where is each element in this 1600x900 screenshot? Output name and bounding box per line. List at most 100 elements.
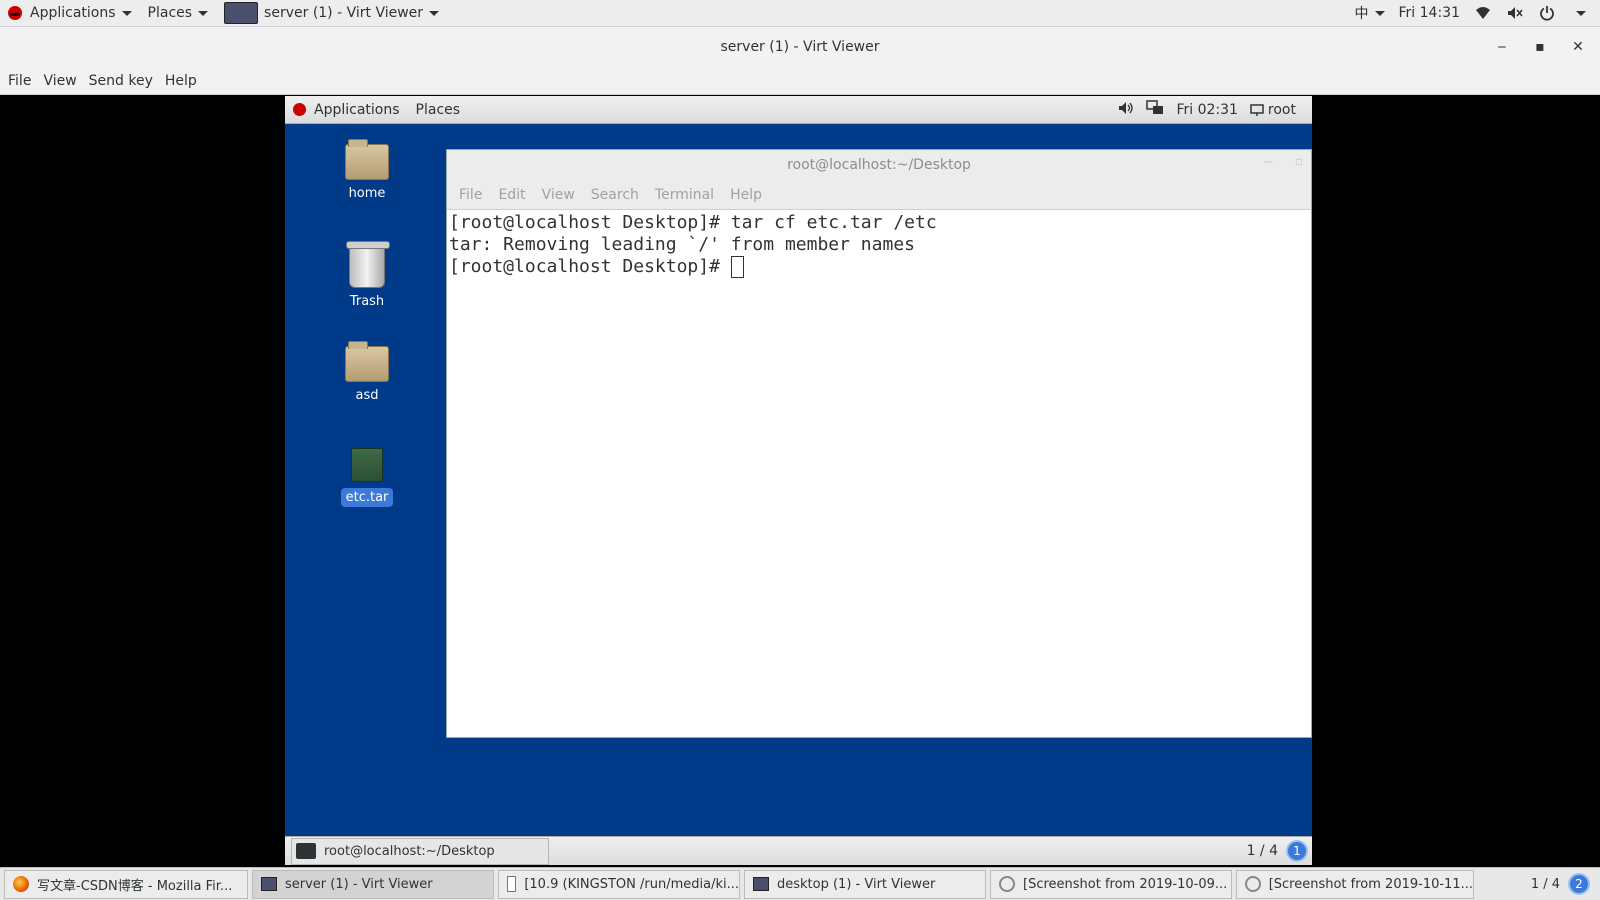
- archive-icon: [351, 448, 383, 482]
- guest-places-label: Places: [415, 101, 461, 118]
- chevron-down-icon: [1374, 10, 1385, 16]
- taskbar-item-label: desktop (1) - Virt Viewer: [777, 876, 936, 892]
- terminal-prompt-line: [root@localhost Desktop]#: [449, 256, 1309, 278]
- taskbar-item-editor[interactable]: [10.9 (KINGSTON /run/media/ki...: [498, 869, 740, 899]
- desktop-icon-label: Trash: [349, 294, 385, 309]
- taskbar-item-label: 写文章-CSDN博客 - Mozilla Fir...: [37, 878, 233, 894]
- host-taskbar: 写文章-CSDN博客 - Mozilla Fir... server (1) -…: [0, 867, 1600, 900]
- menu-view[interactable]: View: [37, 73, 82, 89]
- redhat-logo-icon: [293, 103, 306, 116]
- guest-user-menu[interactable]: root: [1250, 102, 1296, 118]
- desktop-icon-etc-tar[interactable]: etc.tar: [327, 448, 407, 507]
- host-places-menu[interactable]: Places: [140, 0, 217, 27]
- virt-viewer-icon: [753, 877, 769, 891]
- terminal-menu-search[interactable]: Search: [583, 187, 647, 203]
- guest-system-tray: Fri 02:31 root: [1118, 99, 1312, 120]
- terminal-menu-terminal[interactable]: Terminal: [647, 187, 722, 203]
- taskbar-item-label: [10.9 (KINGSTON /run/media/ki...: [524, 876, 739, 892]
- chevron-down-icon: [198, 10, 209, 16]
- guest-task-label: root@localhost:~/Desktop: [324, 843, 495, 859]
- menu-file[interactable]: File: [2, 73, 37, 89]
- maximize-icon[interactable]: ▫: [1295, 154, 1303, 168]
- wifi-icon[interactable]: [1474, 5, 1492, 21]
- guest-task-terminal[interactable]: root@localhost:~/Desktop: [291, 837, 549, 865]
- guest-applications-label: Applications: [314, 101, 400, 118]
- terminal-titlebar[interactable]: root@localhost:~/Desktop ‒ ▫: [447, 150, 1311, 180]
- host-window-title: server (1) - Virt Viewer: [264, 5, 424, 21]
- terminal-icon: [296, 843, 316, 859]
- redhat-logo-icon: [8, 6, 22, 20]
- menu-help[interactable]: Help: [159, 73, 203, 89]
- guest-user-label: root: [1267, 101, 1296, 118]
- guest-applications-menu[interactable]: Applications: [285, 102, 408, 118]
- notification-badge[interactable]: 2: [1568, 873, 1590, 895]
- chevron-down-icon: [121, 10, 132, 16]
- folder-icon: [345, 341, 389, 382]
- guest-top-panel: Applications Places Fri 02:31 root: [285, 96, 1312, 124]
- terminal-output[interactable]: [root@localhost Desktop]# tar cf etc.tar…: [447, 210, 1311, 280]
- minimize-icon[interactable]: ‒: [1492, 37, 1512, 57]
- image-viewer-icon: [1245, 876, 1261, 892]
- chevron-down-icon[interactable]: [1576, 10, 1586, 16]
- terminal-line: [root@localhost Desktop]# tar cf etc.tar…: [449, 212, 937, 233]
- desktop-icon-label: asd: [355, 388, 379, 403]
- taskbar-item-label: server (1) - Virt Viewer: [285, 876, 433, 892]
- chevron-down-icon: [429, 10, 440, 16]
- terminal-line: tar: Removing leading `/' from member na…: [449, 234, 915, 255]
- taskbar-item-label: [Screenshot from 2019-10-09...: [1023, 876, 1228, 892]
- terminal-window[interactable]: root@localhost:~/Desktop ‒ ▫ File Edit V…: [446, 149, 1312, 738]
- guest-desktop[interactable]: Applications Places Fri 02:31 root home …: [285, 96, 1312, 865]
- taskbar-item-firefox[interactable]: 写文章-CSDN博客 - Mozilla Fir...: [4, 869, 248, 899]
- maximize-icon[interactable]: ▪: [1530, 37, 1550, 57]
- terminal-prompt: [root@localhost Desktop]#: [449, 256, 731, 277]
- guest-bottom-panel: root@localhost:~/Desktop 1 / 4 1: [285, 836, 1312, 865]
- host-system-tray: 中 Fri 14:31: [1355, 0, 1600, 27]
- host-applications-menu[interactable]: Applications: [0, 0, 140, 27]
- network-icon[interactable]: [1146, 99, 1164, 120]
- user-icon: [1250, 103, 1264, 116]
- taskbar-item-label: [Screenshot from 2019-10-11...: [1268, 876, 1473, 892]
- host-workspace-area: 1 / 4 2: [1531, 873, 1600, 895]
- close-icon[interactable]: ✕: [1568, 37, 1588, 57]
- guest-workspace-indicator[interactable]: 1 / 4: [1247, 843, 1286, 859]
- host-clock[interactable]: Fri 14:31: [1399, 5, 1460, 21]
- input-method-indicator[interactable]: 中: [1355, 3, 1369, 23]
- trash-icon: [346, 241, 390, 288]
- host-workspace-indicator[interactable]: 1 / 4: [1531, 877, 1560, 892]
- desktop-icon-label: home: [348, 186, 386, 201]
- taskbar-item-screenshot-2[interactable]: [Screenshot from 2019-10-11...: [1236, 869, 1474, 899]
- terminal-menu-view[interactable]: View: [534, 187, 583, 203]
- virt-viewer-titlebar: server (1) - Virt Viewer ‒ ▪ ✕: [0, 27, 1600, 67]
- terminal-menubar: File Edit View Search Terminal Help: [447, 180, 1311, 210]
- virt-viewer-menubar: File View Send key Help: [0, 67, 1600, 95]
- taskbar-item-screenshot-1[interactable]: [Screenshot from 2019-10-09...: [990, 869, 1232, 899]
- terminal-title: root@localhost:~/Desktop: [787, 157, 971, 173]
- text-cursor: [730, 256, 744, 278]
- virt-viewer-icon: [261, 877, 277, 891]
- guest-clock[interactable]: Fri 02:31: [1176, 102, 1237, 118]
- terminal-menu-edit[interactable]: Edit: [490, 187, 533, 203]
- virt-viewer-title: server (1) - Virt Viewer: [720, 39, 880, 55]
- firefox-icon: [13, 876, 29, 892]
- image-viewer-icon: [999, 876, 1015, 892]
- menu-send-key[interactable]: Send key: [83, 73, 159, 89]
- guest-places-menu[interactable]: Places: [408, 102, 469, 118]
- terminal-menu-file[interactable]: File: [451, 187, 490, 203]
- volume-icon[interactable]: [1118, 101, 1134, 119]
- window-thumbnail-icon: [224, 2, 259, 24]
- host-places-label: Places: [147, 5, 193, 21]
- desktop-icon-home[interactable]: home: [327, 139, 407, 201]
- host-applications-label: Applications: [30, 5, 116, 21]
- host-window-menu[interactable]: server (1) - Virt Viewer: [216, 0, 447, 27]
- notification-badge[interactable]: 1: [1286, 840, 1308, 862]
- host-top-panel: Applications Places server (1) - Virt Vi…: [0, 0, 1600, 27]
- minimize-icon[interactable]: ‒: [1264, 154, 1273, 170]
- power-icon[interactable]: [1538, 5, 1556, 21]
- desktop-icon-trash[interactable]: Trash: [327, 241, 407, 309]
- terminal-menu-help[interactable]: Help: [722, 187, 770, 203]
- taskbar-item-desktop-virt-viewer[interactable]: desktop (1) - Virt Viewer: [744, 869, 986, 899]
- taskbar-item-server-virt-viewer[interactable]: server (1) - Virt Viewer: [252, 869, 494, 899]
- home-folder-icon: [345, 139, 389, 180]
- volume-muted-icon[interactable]: [1506, 5, 1524, 21]
- desktop-icon-asd[interactable]: asd: [327, 341, 407, 403]
